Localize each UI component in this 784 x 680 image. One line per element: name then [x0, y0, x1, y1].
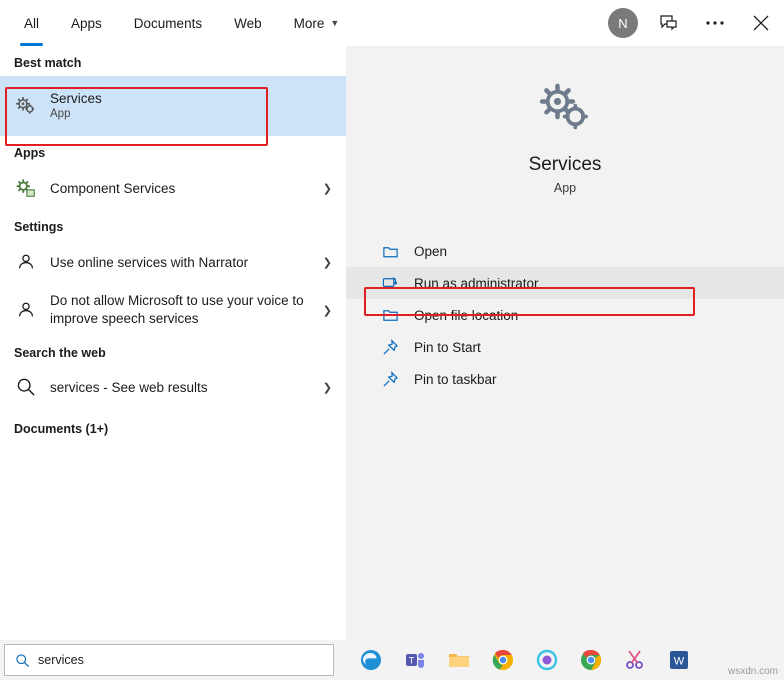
action-label: Pin to Start	[414, 339, 481, 355]
action-open[interactable]: Open	[346, 235, 784, 267]
tab-more-label: More	[293, 15, 325, 31]
svg-text:T: T	[409, 656, 415, 666]
close-button[interactable]	[738, 0, 784, 46]
results-pane: Best match Services App Apps Component S…	[0, 46, 346, 640]
svg-text:W: W	[674, 656, 685, 668]
search-topbar: All Apps Documents Web More ▼ N	[0, 0, 784, 46]
result-component-services[interactable]: Component Services ❯	[0, 166, 346, 210]
result-title: Do not allow Microsoft to use your voice…	[50, 293, 304, 326]
snipping-tool-icon[interactable]	[622, 647, 648, 673]
section-heading-best-match: Best match	[14, 56, 82, 70]
preview-actions: Open Run as administrator Open file loca…	[346, 235, 784, 395]
services-gears-icon	[14, 91, 38, 121]
search-input[interactable]	[38, 653, 298, 667]
action-run-as-administrator[interactable]: Run as administrator	[346, 267, 784, 299]
search-tabs: All Apps Documents Web More ▼	[0, 0, 355, 46]
taskbar-pinned-apps: T W	[358, 647, 692, 673]
tab-all[interactable]: All	[8, 0, 55, 46]
tab-more[interactable]: More ▼	[278, 0, 356, 46]
feedback-icon[interactable]	[646, 0, 692, 46]
account-avatar-button[interactable]: N	[600, 0, 646, 46]
action-label: Open	[414, 243, 448, 259]
teams-icon[interactable]: T	[402, 647, 428, 673]
shield-run-icon	[380, 275, 400, 292]
result-services-best-match[interactable]: Services App	[0, 76, 346, 136]
settings-person-icon	[14, 299, 38, 321]
chevron-right-icon: ❯	[322, 256, 332, 269]
chevron-right-icon: ❯	[322, 304, 332, 317]
search-icon	[15, 653, 30, 668]
tab-apps[interactable]: Apps	[55, 0, 118, 46]
result-web-search-services[interactable]: services - See web results ❯	[0, 366, 346, 408]
taskbar: T	[0, 640, 784, 680]
preview-app-type: App	[553, 181, 577, 195]
component-services-icon	[14, 177, 38, 199]
avatar-initial: N	[618, 15, 628, 31]
result-voice-speech-services[interactable]: Do not allow Microsoft to use your voice…	[0, 284, 346, 336]
tab-apps-label: Apps	[71, 15, 102, 31]
chevron-down-icon: ▼	[330, 18, 340, 28]
preview-app-name: Services	[528, 154, 602, 175]
tab-web-label: Web	[234, 15, 262, 31]
result-narrator-online-services[interactable]: Use online services with Narrator ❯	[0, 240, 346, 284]
services-gears-icon	[535, 78, 595, 138]
chrome-canary-icon[interactable]	[578, 647, 604, 673]
tab-web[interactable]: Web	[218, 0, 278, 46]
settings-person-icon	[14, 251, 38, 273]
action-pin-to-start[interactable]: Pin to Start	[346, 331, 784, 363]
pin-icon	[380, 370, 400, 388]
chevron-right-icon: ❯	[322, 182, 332, 195]
topbar-actions: N	[600, 0, 784, 46]
action-open-file-location[interactable]: Open file location	[346, 299, 784, 331]
action-label: Run as administrator	[414, 275, 539, 291]
section-heading-apps: Apps	[14, 146, 46, 160]
result-title: Component Services	[50, 180, 176, 196]
result-title: Services	[50, 91, 102, 106]
taskbar-search-box[interactable]	[4, 644, 334, 676]
action-pin-to-taskbar[interactable]: Pin to taskbar	[346, 363, 784, 395]
preview-header: Services App	[346, 46, 784, 195]
folder-icon	[380, 307, 400, 324]
section-heading-search-the-web: Search the web	[14, 346, 106, 360]
open-icon	[380, 243, 400, 260]
result-title: Use online services with Narrator	[50, 254, 249, 270]
result-subtitle: App	[50, 108, 71, 120]
tab-documents-label: Documents	[133, 15, 203, 31]
tab-all-label: All	[24, 15, 40, 31]
watermark: wsxdn.com	[727, 666, 778, 677]
pin-icon	[380, 338, 400, 356]
search-flyout: All Apps Documents Web More ▼ N Best mat…	[0, 0, 784, 680]
edge-icon[interactable]	[358, 647, 384, 673]
cortana-icon[interactable]	[534, 647, 560, 673]
tab-documents[interactable]: Documents	[118, 0, 218, 46]
web-search-icon	[14, 377, 38, 397]
preview-pane: Services App Open Run as administrator O…	[346, 46, 784, 640]
avatar: N	[608, 8, 638, 38]
more-options-button[interactable]	[692, 0, 738, 46]
file-explorer-icon[interactable]	[446, 647, 472, 673]
action-label: Open file location	[414, 307, 519, 323]
section-heading-documents: Documents (1+)	[14, 422, 109, 436]
chrome-icon[interactable]	[490, 647, 516, 673]
result-title: services - See web results	[50, 379, 208, 395]
action-label: Pin to taskbar	[414, 371, 497, 387]
word-icon[interactable]: W	[666, 647, 692, 673]
chevron-right-icon: ❯	[322, 381, 332, 394]
section-heading-settings: Settings	[14, 220, 64, 234]
